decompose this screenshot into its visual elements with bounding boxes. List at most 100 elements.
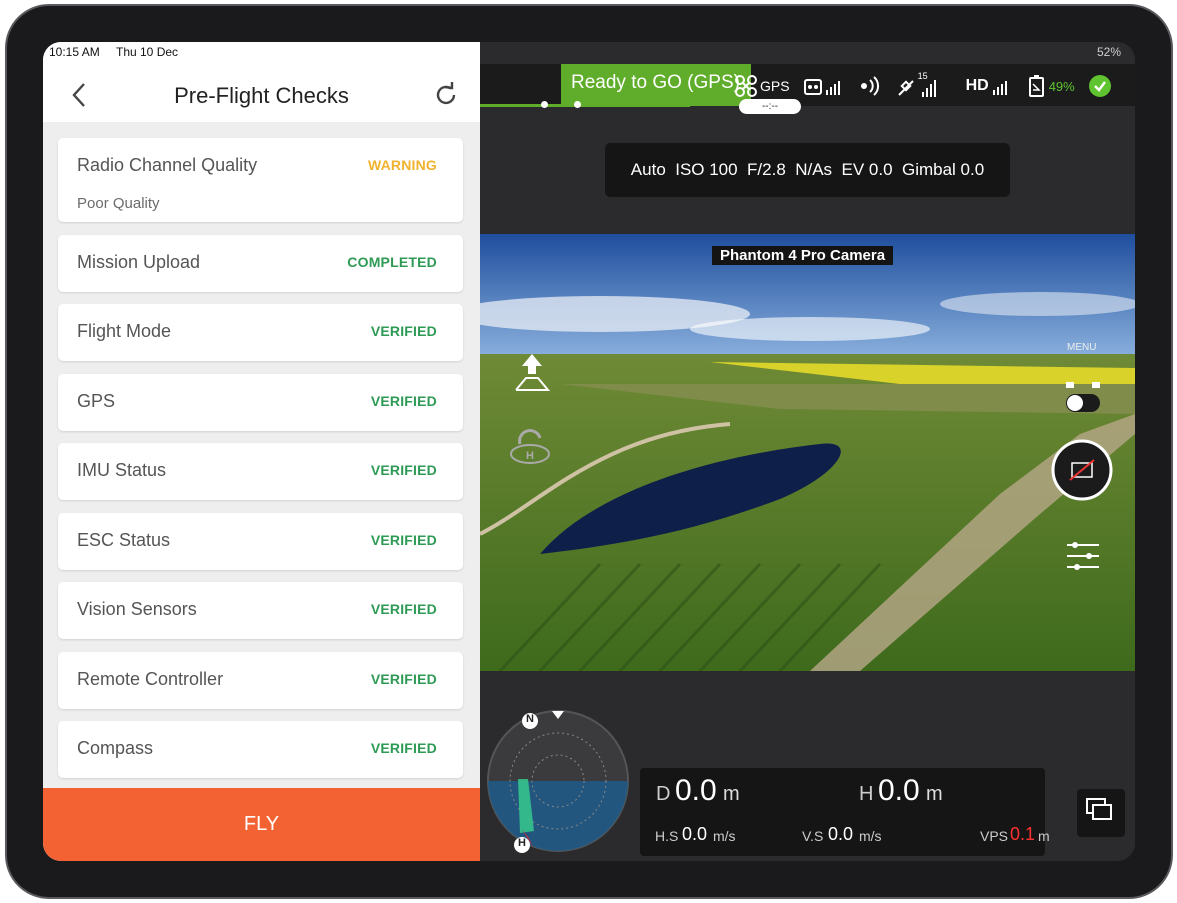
distance-unit: m xyxy=(723,783,740,805)
satellite-count: 15 xyxy=(917,71,928,81)
check-status: VERIFIED xyxy=(370,740,437,756)
progress-dot xyxy=(574,101,581,108)
check-status: VERIFIED xyxy=(370,532,437,548)
return-home-icon: H xyxy=(510,429,550,464)
vps-unit: m xyxy=(1038,828,1050,844)
takeoff-button[interactable] xyxy=(510,352,554,399)
rc-signal[interactable] xyxy=(803,75,844,97)
radar-map[interactable] xyxy=(486,709,636,859)
takeoff-icon xyxy=(515,354,551,391)
check-detail: Poor Quality xyxy=(77,195,160,212)
check-card-flight-mode[interactable]: Flight Mode VERIFIED xyxy=(58,304,463,361)
progress-dot xyxy=(541,101,548,108)
photo-video-toggle[interactable] xyxy=(1065,380,1101,419)
check-status: COMPLETED xyxy=(347,254,437,270)
aircraft-icon[interactable]: GPS xyxy=(735,75,790,97)
radar-north-label: N xyxy=(526,713,534,725)
vspeed-value: 0.0 xyxy=(828,824,854,844)
ready-check xyxy=(1088,75,1111,97)
check-status: VERIFIED xyxy=(370,323,437,339)
vps-label: VPS xyxy=(980,828,1009,844)
menu-label[interactable]: MENU xyxy=(1067,342,1096,353)
hd-label: HD xyxy=(965,77,989,94)
check-name: Vision Sensors xyxy=(77,599,197,619)
aircraft-status[interactable]: Ready to GO (GPS) xyxy=(561,64,751,106)
check-name: GPS xyxy=(77,391,116,411)
check-status: VERIFIED xyxy=(370,462,437,478)
check-card-esc-status[interactable]: ESC Status VERIFIED xyxy=(58,513,463,570)
check-card-radio-channel-quality[interactable]: Radio Channel Quality WARNING Poor Quali… xyxy=(58,138,463,222)
check-status: VERIFIED xyxy=(370,601,437,617)
remote-signal-icon xyxy=(803,79,840,95)
ios-indicators: 52% xyxy=(480,42,1135,64)
dji-flight-view: 52% Ready to GO (GPS) --:-- GPS 15 HD 49… xyxy=(480,42,1135,861)
check-status-warning: WARNING xyxy=(367,157,437,173)
height-value: 0.0 xyxy=(878,774,920,807)
page-title: Pre-Flight Checks xyxy=(174,83,349,108)
hspeed-value: 0.0 xyxy=(682,824,708,844)
bottom-hud: N H D 0.0 m H 0.0 m H.S 0.0 m/s V.S 0.0 … xyxy=(480,671,1135,861)
svg-text:H: H xyxy=(526,450,534,462)
refresh-button[interactable] xyxy=(431,80,461,110)
check-name: Flight Mode xyxy=(77,321,172,341)
map-toggle-button[interactable] xyxy=(1077,789,1125,837)
camera-name-label: Phantom 4 Pro Camera xyxy=(712,246,894,265)
vision-signal[interactable] xyxy=(858,75,882,97)
check-status: VERIFIED xyxy=(370,671,437,687)
camera-settings-button[interactable] xyxy=(1065,539,1101,580)
check-name: Remote Controller xyxy=(77,669,224,689)
aerial-landscape-image xyxy=(480,234,1135,671)
fly-button[interactable]: FLY xyxy=(43,788,480,861)
hspeed-unit: m/s xyxy=(713,828,736,844)
vspeed-unit: m/s xyxy=(859,828,882,844)
shutter-button[interactable] xyxy=(1050,438,1114,507)
check-card-compass[interactable]: Compass VERIFIED xyxy=(58,721,463,778)
camera-feed[interactable]: Phantom 4 Pro Camera MENU H xyxy=(480,234,1135,671)
hd-signal[interactable]: HD xyxy=(966,75,1013,97)
check-name: IMU Status xyxy=(77,460,167,480)
ios-battery-text: 52% xyxy=(1096,45,1121,59)
battery-icon xyxy=(1028,75,1044,97)
radar-waves-icon xyxy=(860,76,879,96)
height-label: H xyxy=(859,783,874,805)
distance-label: D xyxy=(656,783,671,805)
gps-label: GPS xyxy=(760,78,790,94)
camera-mode-switch-icon xyxy=(1066,382,1100,412)
check-card-vision-sensors[interactable]: Vision Sensors VERIFIED xyxy=(58,582,463,639)
camera-settings-bar[interactable]: Auto ISO 100 F/2.8 N/As EV 0.0 Gimbal 0.… xyxy=(605,143,1010,197)
vspeed-label: V.S xyxy=(802,828,824,844)
battery-percent: 49% xyxy=(1048,78,1075,94)
shutter-icon xyxy=(1051,439,1113,501)
check-name: ESC Status xyxy=(77,530,171,550)
preflight-panel: 10:15 AM Thu 10 Dec Pre-Flight Checks Ra… xyxy=(43,42,480,861)
sliders-icon xyxy=(1067,542,1099,570)
checkmark-icon xyxy=(1088,75,1111,97)
system-icons: GPS 15 HD 49% xyxy=(735,71,1125,101)
check-name: Compass xyxy=(77,738,154,758)
check-name: Mission Upload xyxy=(77,252,201,272)
switch-view-icon xyxy=(1086,798,1112,820)
hspeed-label: H.S xyxy=(655,828,679,844)
telemetry-panel: D 0.0 m H 0.0 m H.S 0.0 m/s V.S 0.0 m/s … xyxy=(640,768,1050,856)
radar-home-label: H xyxy=(518,837,526,849)
flight-timer: --:-- xyxy=(739,99,801,114)
check-card-mission-upload[interactable]: Mission Upload COMPLETED xyxy=(58,235,463,292)
check-card-remote-controller[interactable]: Remote Controller VERIFIED xyxy=(58,652,463,709)
ios-status-bar: 10:15 AM Thu 10 Dec xyxy=(43,42,480,68)
status-date: Thu 10 Dec xyxy=(116,45,179,59)
distance-value: 0.0 xyxy=(675,774,717,807)
screen: 10:15 AM Thu 10 Dec Pre-Flight Checks Ra… xyxy=(43,42,1135,861)
nav-bar: Pre-Flight Checks xyxy=(43,68,480,122)
battery-status[interactable]: 49% xyxy=(1027,74,1075,98)
satellite-signal[interactable]: 15 xyxy=(896,71,952,99)
status-progress-line xyxy=(480,104,690,107)
drone-icon xyxy=(735,75,757,97)
check-card-imu-status[interactable]: IMU Status VERIFIED xyxy=(58,443,463,500)
check-card-gps[interactable]: GPS VERIFIED xyxy=(58,374,463,431)
dji-status-bar: Ready to GO (GPS) --:-- GPS 15 HD 49% xyxy=(480,64,1135,114)
return-home-button[interactable]: H xyxy=(508,424,552,471)
vps-value: 0.1 xyxy=(1010,824,1036,844)
check-name: Radio Channel Quality xyxy=(77,155,258,175)
status-time: 10:15 AM xyxy=(49,45,100,59)
hd-signal-bars-icon xyxy=(992,81,1007,95)
